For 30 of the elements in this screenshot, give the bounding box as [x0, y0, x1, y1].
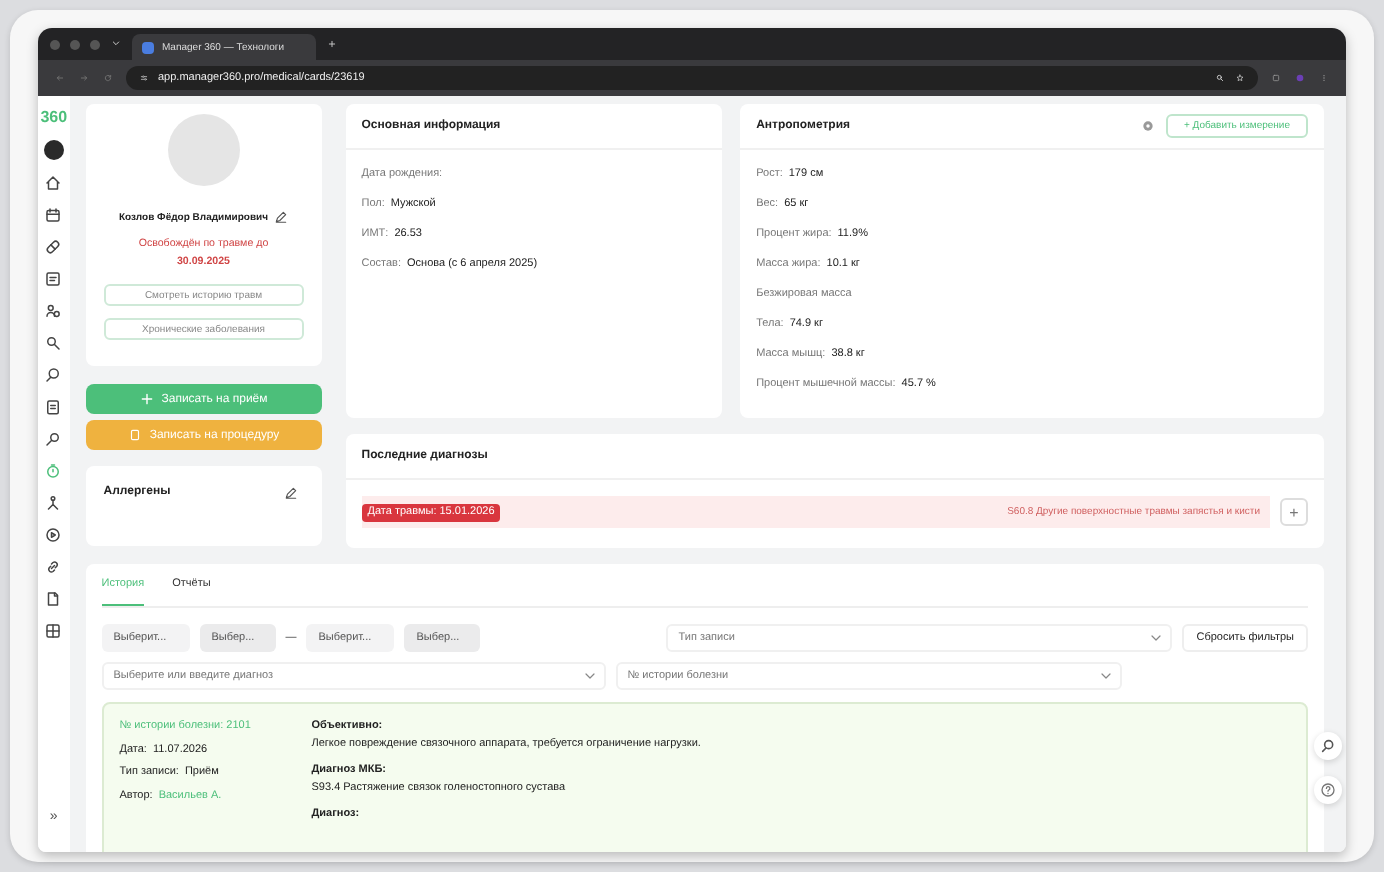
- edit-icon[interactable]: [283, 486, 298, 500]
- search-icon: [1320, 738, 1336, 754]
- plus-icon: [139, 392, 154, 406]
- table-icon[interactable]: [44, 622, 63, 640]
- chevron-down-icon: [1099, 672, 1112, 680]
- search-button[interactable]: [1314, 732, 1342, 760]
- users-icon[interactable]: [44, 302, 63, 320]
- help-button[interactable]: [1314, 776, 1342, 804]
- avatar-circle[interactable]: [43, 140, 64, 160]
- chevron-down-icon: [583, 672, 596, 680]
- zoom-icon[interactable]: [1214, 74, 1226, 82]
- favicon-icon: [142, 41, 154, 53]
- file-icon[interactable]: [44, 590, 63, 608]
- add-diagnosis-button[interactable]: +: [1280, 498, 1308, 526]
- photo-placeholder: [167, 114, 240, 186]
- chevron-down-icon[interactable]: [110, 40, 122, 48]
- calendar-icon[interactable]: [44, 206, 63, 224]
- pill-icon[interactable]: [44, 238, 63, 256]
- chevron-down-icon: [1150, 634, 1163, 642]
- home-icon[interactable]: [44, 174, 63, 192]
- tree-icon[interactable]: [44, 494, 63, 512]
- star-icon[interactable]: [1234, 74, 1246, 82]
- new-tab-icon[interactable]: [326, 40, 338, 48]
- play-circle-icon[interactable]: [44, 526, 63, 544]
- search-icon[interactable]: [44, 366, 63, 384]
- help-icon: [1320, 782, 1336, 798]
- clipboard-icon[interactable]: [44, 398, 63, 416]
- link-icon[interactable]: [44, 558, 63, 576]
- edit-icon[interactable]: [274, 210, 289, 224]
- app-logo[interactable]: 360: [40, 108, 68, 126]
